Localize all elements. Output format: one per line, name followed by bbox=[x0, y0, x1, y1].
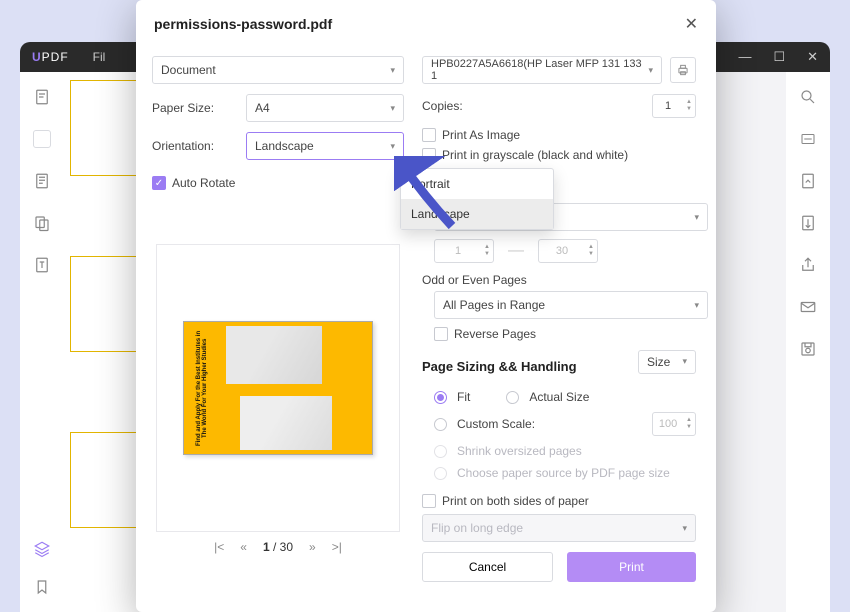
orientation-select[interactable]: Landscape bbox=[246, 132, 404, 160]
notes-icon[interactable] bbox=[33, 172, 51, 190]
print-dialog: permissions-password.pdf ✕ Document Pape… bbox=[136, 0, 716, 612]
orientation-option-portrait[interactable]: Portrait bbox=[401, 169, 553, 199]
size-select[interactable]: Size bbox=[638, 350, 696, 374]
print-as-image-label: Print As Image bbox=[442, 128, 520, 142]
right-toolbar bbox=[786, 72, 830, 612]
print-grayscale-label: Print in grayscale (black and white) bbox=[442, 148, 628, 162]
shrink-radio bbox=[434, 445, 447, 458]
mail-icon[interactable] bbox=[799, 298, 817, 316]
custom-scale-radio[interactable] bbox=[434, 418, 447, 431]
print-as-image-checkbox[interactable] bbox=[422, 128, 436, 142]
auto-rotate-checkbox[interactable]: ✓ bbox=[152, 176, 166, 190]
app-logo: UPDF bbox=[32, 50, 69, 64]
orientation-dropdown: Portrait Landscape bbox=[400, 168, 554, 230]
search-icon[interactable] bbox=[799, 88, 817, 106]
reverse-pages-checkbox[interactable] bbox=[434, 327, 448, 341]
cancel-button[interactable]: Cancel bbox=[422, 552, 553, 582]
auto-rotate-label: Auto Rotate bbox=[172, 176, 235, 190]
orientation-option-landscape[interactable]: Landscape bbox=[401, 199, 553, 229]
print-grayscale-checkbox[interactable] bbox=[422, 148, 436, 162]
thumbnail[interactable] bbox=[70, 256, 142, 352]
range-dash: — bbox=[508, 242, 524, 260]
convert-icon[interactable] bbox=[799, 172, 817, 190]
preview-image bbox=[220, 322, 372, 454]
range-from-stepper[interactable]: ▲▼ bbox=[434, 239, 494, 263]
odd-even-label: Odd or Even Pages bbox=[422, 273, 696, 287]
save-icon[interactable] bbox=[799, 340, 817, 358]
pager-next-icon[interactable]: » bbox=[309, 540, 316, 554]
fit-radio[interactable] bbox=[434, 391, 447, 404]
layers-icon[interactable] bbox=[33, 540, 51, 558]
custom-scale-label: Custom Scale: bbox=[457, 417, 535, 431]
copies-label: Copies: bbox=[422, 99, 463, 113]
reverse-pages-label: Reverse Pages bbox=[454, 327, 536, 341]
ocr-icon[interactable] bbox=[799, 130, 817, 148]
custom-scale-stepper[interactable]: ▲▼ bbox=[652, 412, 696, 436]
bookmark-icon[interactable] bbox=[33, 578, 51, 596]
paper-size-label: Paper Size: bbox=[152, 101, 246, 115]
close-icon[interactable]: ✕ bbox=[685, 14, 698, 34]
share-icon[interactable] bbox=[799, 256, 817, 274]
menu-file[interactable]: Fil bbox=[93, 50, 106, 64]
highlight-icon[interactable] bbox=[33, 130, 51, 148]
odd-even-select[interactable]: All Pages in Range bbox=[434, 291, 708, 319]
text-icon[interactable] bbox=[33, 256, 51, 274]
copies-stepper[interactable]: ▲▼ bbox=[652, 94, 696, 118]
duplex-label: Print on both sides of paper bbox=[442, 494, 589, 508]
flip-select: Flip on long edge bbox=[422, 514, 696, 542]
range-to-stepper[interactable]: ▲▼ bbox=[538, 239, 598, 263]
left-toolbar bbox=[20, 72, 64, 612]
page-sizing-title: Page Sizing && Handling bbox=[422, 359, 577, 374]
choose-source-label: Choose paper source by PDF page size bbox=[457, 466, 670, 480]
win-max-icon[interactable]: ☐ bbox=[773, 49, 785, 65]
pager-first-icon[interactable]: |< bbox=[214, 540, 224, 554]
pager-last-icon[interactable]: >| bbox=[332, 540, 342, 554]
shrink-label: Shrink oversized pages bbox=[457, 444, 582, 458]
print-button[interactable]: Print bbox=[567, 552, 696, 582]
page-icon[interactable] bbox=[33, 88, 51, 106]
thumbnail[interactable] bbox=[70, 80, 142, 176]
duplex-checkbox[interactable] bbox=[422, 494, 436, 508]
preview-caption: Find and Apply For the Best Institutes i… bbox=[184, 322, 220, 454]
pager-total: 30 bbox=[280, 540, 293, 554]
paper-size-select[interactable]: A4 bbox=[246, 94, 404, 122]
copy-icon[interactable] bbox=[33, 214, 51, 232]
actual-size-radio[interactable] bbox=[506, 391, 519, 404]
win-min-icon[interactable]: — bbox=[738, 49, 751, 65]
pager-prev-icon[interactable]: « bbox=[240, 540, 247, 554]
thumbnail[interactable] bbox=[70, 432, 142, 528]
pager-current: 1 bbox=[263, 540, 270, 554]
win-close-icon[interactable]: ✕ bbox=[807, 49, 818, 65]
scope-select[interactable]: Document bbox=[152, 56, 404, 84]
printer-select[interactable]: HPB0227A5A6618(HP Laser MFP 131 133 1 bbox=[422, 56, 662, 84]
fit-label: Fit bbox=[457, 390, 470, 404]
choose-source-radio bbox=[434, 467, 447, 480]
printer-properties-icon[interactable] bbox=[670, 57, 696, 83]
dialog-title: permissions-password.pdf bbox=[154, 16, 332, 32]
preview-pager: |< « 1 / 30 » >| bbox=[152, 540, 404, 554]
page-preview: Find and Apply For the Best Institutes i… bbox=[156, 244, 400, 532]
orientation-label: Orientation: bbox=[152, 139, 246, 153]
actual-size-label: Actual Size bbox=[529, 390, 589, 404]
compress-icon[interactable] bbox=[799, 214, 817, 232]
